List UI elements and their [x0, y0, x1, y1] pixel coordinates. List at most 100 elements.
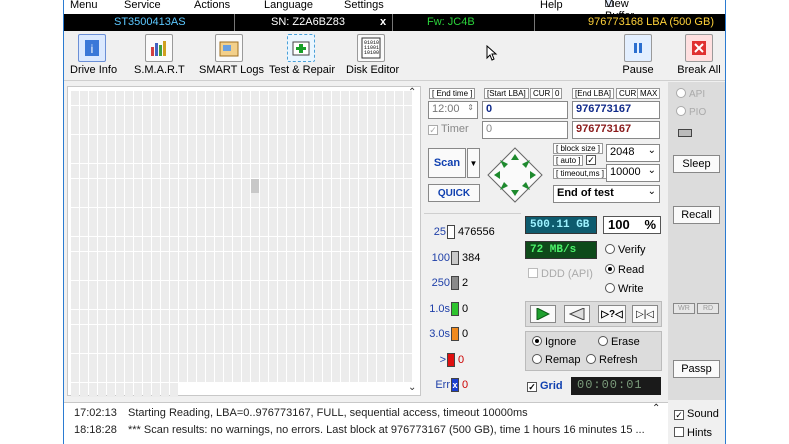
- disk-editor-button[interactable]: 01010 11001 10100 Disk Editor: [346, 34, 399, 76]
- chevron-up-icon[interactable]: ⌃: [408, 87, 416, 98]
- scan-block: [395, 251, 403, 266]
- rewind-button[interactable]: [564, 305, 590, 323]
- spinner-icon[interactable]: ⇕: [467, 103, 474, 112]
- scan-block: [323, 266, 331, 281]
- start-cur-button[interactable]: CUR: [530, 88, 554, 99]
- grid-checkbox[interactable]: ✓ Grid: [527, 380, 563, 392]
- scan-block: [116, 237, 124, 251]
- scan-button[interactable]: Scan: [428, 148, 466, 178]
- menu-language[interactable]: Language: [264, 0, 313, 11]
- drive-model[interactable]: ST3500413AS: [114, 16, 186, 28]
- scan-block: [332, 120, 340, 135]
- grid-scrollbar[interactable]: ⌃ ⌄: [406, 87, 420, 395]
- smart-button[interactable]: S.M.A.R.T: [134, 34, 185, 76]
- block-size-select[interactable]: 2048 ⌄: [606, 144, 660, 162]
- scan-block: [107, 222, 115, 237]
- test-repair-button[interactable]: Test & Repair: [269, 34, 335, 76]
- drive-info-label: Drive Info: [70, 64, 118, 76]
- scan-block: [152, 178, 160, 193]
- scan-block: [314, 134, 322, 149]
- scan-block: [143, 105, 151, 120]
- scan-block: [314, 295, 322, 310]
- pause-button[interactable]: Pause: [620, 34, 656, 76]
- end-cur-button[interactable]: CUR: [616, 88, 640, 99]
- start-zero-button[interactable]: 0: [552, 88, 563, 99]
- sleep-button[interactable]: Sleep: [673, 155, 720, 173]
- scan-block: [134, 193, 142, 208]
- timer-checkbox[interactable]: ✓ Timer: [428, 123, 469, 135]
- verify-label: Verify: [618, 244, 646, 256]
- scan-block: [116, 353, 124, 368]
- scan-block: [152, 134, 160, 149]
- break-all-button[interactable]: Break All: [676, 34, 722, 76]
- wr-button[interactable]: WR: [673, 303, 695, 314]
- scan-block: [242, 134, 250, 149]
- log-time: 17:02:13: [74, 407, 117, 419]
- end-jump-button[interactable]: ▷|◁: [632, 305, 658, 323]
- end-action-select[interactable]: End of test ⌄: [553, 185, 660, 203]
- scan-block: [89, 339, 97, 354]
- scan-block: [116, 383, 124, 397]
- serial-number: SN: Z2A6BZ83: [271, 16, 345, 28]
- menu-service[interactable]: Service: [124, 0, 161, 11]
- scan-block: [152, 310, 160, 324]
- end-lba-input[interactable]: 976773167: [572, 101, 660, 119]
- verify-radio[interactable]: Verify: [605, 244, 646, 256]
- scan-block: [233, 149, 241, 164]
- menu-actions[interactable]: Actions: [194, 0, 230, 11]
- scan-block: [152, 237, 160, 251]
- end-max-button[interactable]: MAX: [637, 88, 661, 99]
- api-radio[interactable]: API: [676, 88, 705, 100]
- svg-text:i: i: [91, 42, 94, 56]
- quick-button[interactable]: QUICK: [428, 184, 480, 202]
- scan-block: [359, 280, 367, 295]
- play-button[interactable]: [530, 305, 556, 323]
- ddd-api-checkbox[interactable]: DDD (API): [528, 268, 593, 280]
- chevron-up-icon[interactable]: ⌃: [652, 403, 660, 414]
- chevron-down-icon[interactable]: ⌄: [408, 382, 416, 393]
- scan-block: [98, 295, 106, 310]
- scan-block: [341, 339, 349, 354]
- skip-unknown-button[interactable]: ▷?◁: [598, 305, 626, 323]
- end-lba-label: [End LBA]: [572, 88, 615, 99]
- scan-block: [161, 295, 169, 310]
- scan-block: [251, 368, 259, 383]
- start-lba-input[interactable]: 0: [482, 101, 568, 119]
- scan-block: [314, 120, 322, 135]
- auto-checkbox[interactable]: ✓: [586, 155, 596, 165]
- erase-radio[interactable]: Erase: [598, 336, 640, 348]
- pio-radio[interactable]: PIO: [676, 106, 706, 118]
- navigation-pad-icon[interactable]: [486, 146, 544, 204]
- scan-block: [359, 266, 367, 281]
- scan-block: [233, 164, 241, 178]
- scan-dropdown-button[interactable]: ▼: [467, 148, 480, 178]
- drive-info-button[interactable]: i Drive Info: [70, 34, 118, 76]
- refresh-radio[interactable]: Refresh: [586, 354, 638, 366]
- end-lba-display[interactable]: 976773167: [572, 121, 660, 139]
- hints-checkbox[interactable]: Hints: [674, 427, 712, 439]
- sound-checkbox[interactable]: ✓ Sound: [674, 408, 719, 420]
- menu-menu[interactable]: Menu: [70, 0, 98, 11]
- smart-logs-button[interactable]: SMART Logs: [199, 34, 264, 76]
- read-radio[interactable]: Read: [605, 264, 644, 276]
- scan-block: [188, 237, 196, 251]
- passp-button[interactable]: Passp: [673, 360, 720, 378]
- scan-block: [170, 251, 178, 266]
- end-time-input[interactable]: 12:00 ⇕: [428, 101, 478, 119]
- timer-input[interactable]: 0: [482, 121, 568, 139]
- scan-block: [314, 339, 322, 354]
- remap-label: Remap: [545, 354, 581, 366]
- close-drive-button[interactable]: x: [380, 16, 386, 28]
- recall-button[interactable]: Recall: [673, 206, 720, 224]
- ignore-radio[interactable]: Ignore: [532, 336, 576, 348]
- menu-help[interactable]: Help: [540, 0, 563, 11]
- rd-button[interactable]: RD: [697, 303, 719, 314]
- remap-radio[interactable]: Remap: [532, 354, 580, 366]
- log-options: ✓ Sound Hints: [668, 402, 725, 444]
- menu-settings[interactable]: Settings: [344, 0, 384, 11]
- scan-block: [395, 149, 403, 164]
- scan-block: [278, 105, 286, 120]
- scan-block: [98, 91, 106, 105]
- write-radio[interactable]: Write: [605, 283, 643, 295]
- timeout-select[interactable]: 10000 ⌄: [606, 164, 660, 182]
